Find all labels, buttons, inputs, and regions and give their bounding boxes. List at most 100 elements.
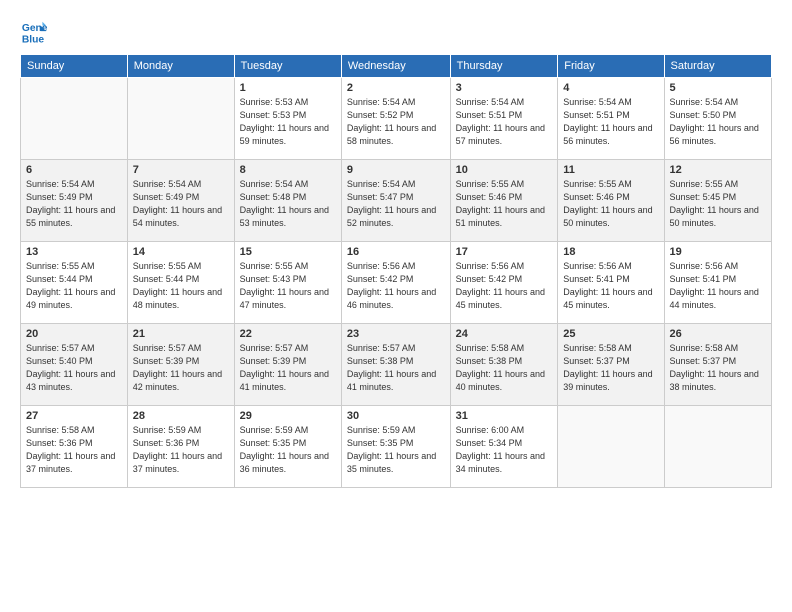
day-number: 24	[456, 328, 553, 340]
calendar-day-cell: 27Sunrise: 5:58 AM Sunset: 5:36 PM Dayli…	[21, 406, 128, 488]
calendar-week-row: 1Sunrise: 5:53 AM Sunset: 5:53 PM Daylig…	[21, 78, 772, 160]
day-number: 14	[133, 246, 229, 258]
day-info: Sunrise: 5:59 AM Sunset: 5:35 PM Dayligh…	[347, 424, 445, 476]
calendar-week-row: 27Sunrise: 5:58 AM Sunset: 5:36 PM Dayli…	[21, 406, 772, 488]
day-info: Sunrise: 5:56 AM Sunset: 5:42 PM Dayligh…	[456, 260, 553, 312]
day-info: Sunrise: 5:57 AM Sunset: 5:39 PM Dayligh…	[133, 342, 229, 394]
day-info: Sunrise: 5:54 AM Sunset: 5:48 PM Dayligh…	[240, 178, 336, 230]
calendar-day-cell: 21 Sunrise: 5:57 AM Sunset: 5:39 PM Dayli…	[127, 324, 234, 406]
day-number: 9	[347, 164, 445, 176]
header: General Blue	[20, 18, 772, 46]
logo: General Blue	[20, 18, 52, 46]
day-number: 18	[563, 246, 658, 258]
day-number: 1	[240, 82, 336, 94]
calendar-day-cell: 15 Sunrise: 5:55 AM Sunset: 5:43 PM Dayli…	[234, 242, 341, 324]
weekday-friday: Friday	[558, 55, 664, 78]
calendar-day-cell	[21, 78, 128, 160]
day-number: 5	[670, 82, 766, 94]
calendar-day-cell: 29 Sunrise: 5:59 AM Sunset: 5:35 PM Dayli…	[234, 406, 341, 488]
day-number: 8	[240, 164, 336, 176]
day-info: Sunrise: 5:57 AM Sunset: 5:38 PM Dayligh…	[347, 342, 445, 394]
calendar-day-cell: 3 Sunrise: 5:54 AM Sunset: 5:51 PM Daylig…	[450, 78, 558, 160]
day-info: Sunrise: 5:56 AM Sunset: 5:41 PM Dayligh…	[670, 260, 766, 312]
day-info: Sunrise: 5:57 AM Sunset: 5:39 PM Dayligh…	[240, 342, 336, 394]
day-info: Sunrise: 6:00 AM Sunset: 5:34 PM Dayligh…	[456, 424, 553, 476]
calendar-day-cell	[127, 78, 234, 160]
day-number: 20	[26, 328, 122, 340]
day-number: 4	[563, 82, 658, 94]
calendar-day-cell: 9 Sunrise: 5:54 AM Sunset: 5:47 PM Daylig…	[341, 160, 450, 242]
day-number: 22	[240, 328, 336, 340]
day-number: 29	[240, 410, 336, 422]
day-info: Sunrise: 5:55 AM Sunset: 5:46 PM Dayligh…	[456, 178, 553, 230]
day-number: 21	[133, 328, 229, 340]
weekday-saturday: Saturday	[664, 55, 771, 78]
weekday-tuesday: Tuesday	[234, 55, 341, 78]
calendar-day-cell: 2Sunrise: 5:54 AM Sunset: 5:52 PM Daylig…	[341, 78, 450, 160]
day-info: Sunrise: 5:55 AM Sunset: 5:43 PM Dayligh…	[240, 260, 336, 312]
day-number: 26	[670, 328, 766, 340]
calendar-day-cell: 12Sunrise: 5:55 AM Sunset: 5:45 PM Dayli…	[664, 160, 771, 242]
day-number: 3	[456, 82, 553, 94]
weekday-sunday: Sunday	[21, 55, 128, 78]
calendar-day-cell: 22 Sunrise: 5:57 AM Sunset: 5:39 PM Dayli…	[234, 324, 341, 406]
day-info: Sunrise: 5:59 AM Sunset: 5:35 PM Dayligh…	[240, 424, 336, 476]
calendar-day-cell: 23Sunrise: 5:57 AM Sunset: 5:38 PM Dayli…	[341, 324, 450, 406]
calendar-table: SundayMondayTuesdayWednesdayThursdayFrid…	[20, 54, 772, 488]
day-number: 16	[347, 246, 445, 258]
day-info: Sunrise: 5:55 AM Sunset: 5:46 PM Dayligh…	[563, 178, 658, 230]
day-info: Sunrise: 5:54 AM Sunset: 5:51 PM Dayligh…	[456, 96, 553, 148]
calendar-day-cell: 8 Sunrise: 5:54 AM Sunset: 5:48 PM Daylig…	[234, 160, 341, 242]
day-number: 30	[347, 410, 445, 422]
day-number: 28	[133, 410, 229, 422]
calendar-week-row: 13 Sunrise: 5:55 AM Sunset: 5:44 PM Dayli…	[21, 242, 772, 324]
calendar-day-cell: 6 Sunrise: 5:54 AM Sunset: 5:49 PM Daylig…	[21, 160, 128, 242]
day-number: 27	[26, 410, 122, 422]
day-info: Sunrise: 5:58 AM Sunset: 5:38 PM Dayligh…	[456, 342, 553, 394]
calendar-day-cell: 24 Sunrise: 5:58 AM Sunset: 5:38 PM Dayli…	[450, 324, 558, 406]
day-info: Sunrise: 5:55 AM Sunset: 5:44 PM Dayligh…	[133, 260, 229, 312]
day-info: Sunrise: 5:55 AM Sunset: 5:44 PM Dayligh…	[26, 260, 122, 312]
calendar-day-cell: 30 Sunrise: 5:59 AM Sunset: 5:35 PM Dayli…	[341, 406, 450, 488]
day-info: Sunrise: 5:54 AM Sunset: 5:50 PM Dayligh…	[670, 96, 766, 148]
calendar-day-cell: 7 Sunrise: 5:54 AM Sunset: 5:49 PM Daylig…	[127, 160, 234, 242]
day-info: Sunrise: 5:54 AM Sunset: 5:47 PM Dayligh…	[347, 178, 445, 230]
day-info: Sunrise: 5:58 AM Sunset: 5:37 PM Dayligh…	[670, 342, 766, 394]
calendar-day-cell: 19 Sunrise: 5:56 AM Sunset: 5:41 PM Dayli…	[664, 242, 771, 324]
weekday-thursday: Thursday	[450, 55, 558, 78]
weekday-header-row: SundayMondayTuesdayWednesdayThursdayFrid…	[21, 55, 772, 78]
day-info: Sunrise: 5:58 AM Sunset: 5:37 PM Dayligh…	[563, 342, 658, 394]
day-number: 13	[26, 246, 122, 258]
calendar-day-cell: 13 Sunrise: 5:55 AM Sunset: 5:44 PM Dayli…	[21, 242, 128, 324]
day-info: Sunrise: 5:54 AM Sunset: 5:49 PM Dayligh…	[26, 178, 122, 230]
calendar-day-cell: 20 Sunrise: 5:57 AM Sunset: 5:40 PM Dayli…	[21, 324, 128, 406]
calendar-day-cell: 5 Sunrise: 5:54 AM Sunset: 5:50 PM Daylig…	[664, 78, 771, 160]
calendar-day-cell: 31 Sunrise: 6:00 AM Sunset: 5:34 PM Dayli…	[450, 406, 558, 488]
svg-text:Blue: Blue	[22, 34, 45, 45]
day-number: 12	[670, 164, 766, 176]
calendar-day-cell: 28 Sunrise: 5:59 AM Sunset: 5:36 PM Dayli…	[127, 406, 234, 488]
day-info: Sunrise: 5:56 AM Sunset: 5:42 PM Dayligh…	[347, 260, 445, 312]
day-number: 7	[133, 164, 229, 176]
calendar-day-cell: 16 Sunrise: 5:56 AM Sunset: 5:42 PM Dayli…	[341, 242, 450, 324]
page: General Blue SundayMondayTuesdayWednesda…	[0, 0, 792, 612]
calendar-day-cell: 26 Sunrise: 5:58 AM Sunset: 5:37 PM Dayli…	[664, 324, 771, 406]
day-number: 15	[240, 246, 336, 258]
day-number: 11	[563, 164, 658, 176]
day-info: Sunrise: 5:59 AM Sunset: 5:36 PM Dayligh…	[133, 424, 229, 476]
day-number: 10	[456, 164, 553, 176]
calendar-day-cell: 10 Sunrise: 5:55 AM Sunset: 5:46 PM Dayli…	[450, 160, 558, 242]
day-number: 17	[456, 246, 553, 258]
calendar-day-cell: 17 Sunrise: 5:56 AM Sunset: 5:42 PM Dayli…	[450, 242, 558, 324]
day-info: Sunrise: 5:54 AM Sunset: 5:49 PM Dayligh…	[133, 178, 229, 230]
day-number: 6	[26, 164, 122, 176]
calendar-week-row: 6 Sunrise: 5:54 AM Sunset: 5:49 PM Daylig…	[21, 160, 772, 242]
day-info: Sunrise: 5:56 AM Sunset: 5:41 PM Dayligh…	[563, 260, 658, 312]
weekday-wednesday: Wednesday	[341, 55, 450, 78]
day-number: 31	[456, 410, 553, 422]
day-info: Sunrise: 5:54 AM Sunset: 5:51 PM Dayligh…	[563, 96, 658, 148]
day-info: Sunrise: 5:57 AM Sunset: 5:40 PM Dayligh…	[26, 342, 122, 394]
calendar-week-row: 20 Sunrise: 5:57 AM Sunset: 5:40 PM Dayli…	[21, 324, 772, 406]
day-number: 19	[670, 246, 766, 258]
calendar-day-cell: 14 Sunrise: 5:55 AM Sunset: 5:44 PM Dayli…	[127, 242, 234, 324]
